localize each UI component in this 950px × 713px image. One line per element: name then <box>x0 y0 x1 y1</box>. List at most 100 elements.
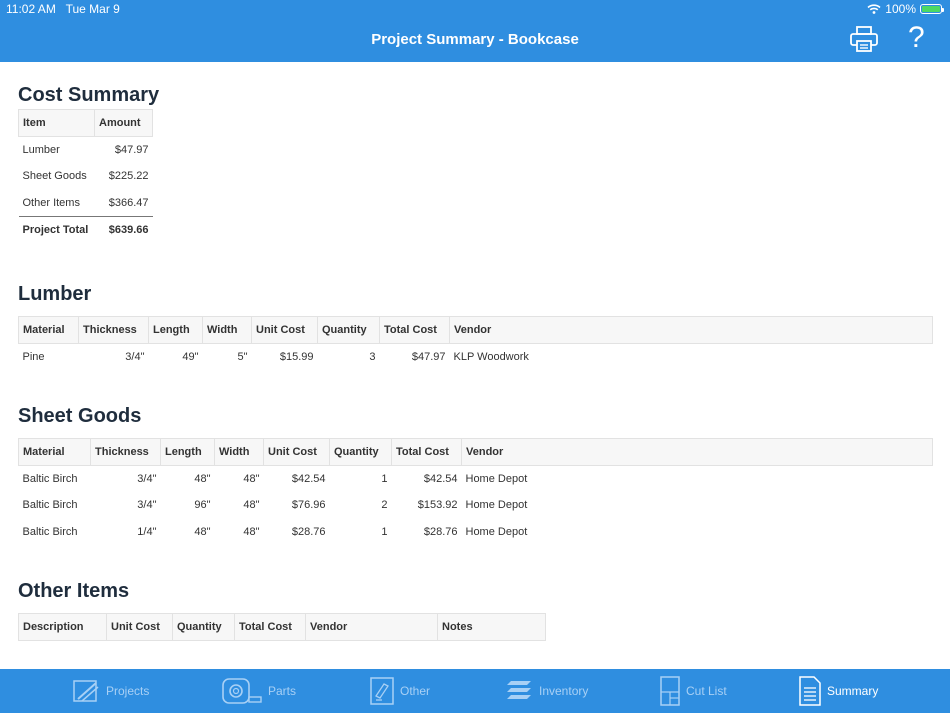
other-icon <box>370 677 394 705</box>
column-header: Total Cost <box>234 613 306 641</box>
project-total-row: Project Total $639.66 <box>18 215 153 243</box>
tab-parts[interactable]: Parts <box>222 669 296 713</box>
cost-summary-table: Item Amount Lumber $47.97 Sheet Goods $2… <box>18 109 153 243</box>
status-indicators: 100% <box>867 2 944 16</box>
printer-icon <box>850 26 878 52</box>
tab-label: Cut List <box>686 684 727 698</box>
table-row: Sheet Goods $225.22 <box>19 163 153 190</box>
summary-content[interactable]: Cost Summary Item Amount Lumber $47.97 S… <box>0 62 950 654</box>
cell: $153.92 <box>417 499 458 512</box>
cell: 48" <box>243 525 260 538</box>
table-row: Baltic Birch 1/4" 48" 48" $28.76 1 $28.7… <box>19 519 933 546</box>
cell: Other Items <box>22 196 80 209</box>
table-row: Baltic Birch 3/4" 48" 48" $42.54 1 $42.5… <box>19 466 933 493</box>
column-header: Vendor <box>305 613 438 641</box>
table-header-row: Description Unit Cost Quantity Total Cos… <box>18 613 546 641</box>
column-header: Material <box>18 316 79 344</box>
cell: Baltic Birch <box>22 473 78 485</box>
cell: 48" <box>243 499 260 512</box>
cell: $42.54 <box>423 473 458 485</box>
cell: Pine <box>22 351 45 363</box>
cell: $28.76 <box>423 525 458 538</box>
cell: 48" <box>243 473 260 485</box>
tab-label: Inventory <box>539 684 589 698</box>
cell: 48" <box>194 473 211 485</box>
status-clock: 11:02 AM <box>6 2 56 16</box>
column-header: Width <box>214 438 264 466</box>
cell: 3/4" <box>137 473 157 485</box>
cell: $639.66 <box>94 215 153 243</box>
column-header: Quantity <box>329 438 392 466</box>
page-title: Project Summary - Bookcase <box>371 31 579 48</box>
column-header: Total Cost <box>391 438 462 466</box>
tab-projects[interactable]: Projects <box>72 669 149 713</box>
cell: KLP Woodwork <box>453 351 529 363</box>
cut-list-icon <box>660 676 680 706</box>
cell: 5" <box>237 351 248 363</box>
column-header: Unit Cost <box>263 438 330 466</box>
tape-measure-icon <box>222 678 262 704</box>
print-button[interactable] <box>849 26 879 52</box>
lumber-table: Material Thickness Length Width Unit Cos… <box>18 316 933 370</box>
cell: Lumber <box>22 144 60 156</box>
sheet-goods-title: Sheet Goods <box>18 405 142 427</box>
projects-icon <box>73 680 99 702</box>
cell: $76.96 <box>291 499 326 512</box>
cell: Home Depot <box>465 473 528 485</box>
other-items-title: Other Items <box>18 580 130 602</box>
tab-label: Parts <box>268 684 297 698</box>
column-header: Thickness <box>78 316 149 344</box>
cell: 96" <box>194 499 211 512</box>
cell: 48" <box>194 525 211 538</box>
nav-header: 11:02 AM Tue Mar 9 100% Project Summary … <box>0 0 950 62</box>
lumber-title: Lumber <box>18 283 92 305</box>
table-row: Lumber $47.97 <box>19 137 153 164</box>
column-header: Total Cost <box>379 316 450 344</box>
summary-icon <box>799 676 821 706</box>
cell: Baltic Birch <box>22 499 78 512</box>
tab-label: Summary <box>827 684 879 698</box>
help-button[interactable]: ? <box>908 22 925 54</box>
column-header: Item <box>18 109 95 137</box>
other-items-table: Description Unit Cost Quantity Total Cos… <box>18 613 546 641</box>
column-header: Description <box>18 613 107 641</box>
cell: $47.97 <box>411 351 446 363</box>
cell: 2 <box>381 499 388 512</box>
column-header: Vendor <box>449 316 933 344</box>
tab-bar: Projects Parts Other Inventory Cut List … <box>0 669 950 713</box>
cell: 3/4" <box>137 499 157 512</box>
status-time: 11:02 AM Tue Mar 9 <box>6 2 120 16</box>
cell: 1/4" <box>137 525 157 538</box>
layers-icon <box>507 681 531 699</box>
cell: 3/4" <box>125 351 145 363</box>
column-header: Thickness <box>90 438 161 466</box>
column-header: Unit Cost <box>106 613 173 641</box>
cell: 1 <box>381 473 388 485</box>
cell: Sheet Goods <box>22 170 87 183</box>
table-row: Other Items $366.47 <box>19 190 153 217</box>
cell: 3 <box>369 351 376 363</box>
tab-cut-list[interactable]: Cut List <box>660 669 727 713</box>
sheet-goods-table: Material Thickness Length Width Unit Cos… <box>18 438 933 545</box>
tab-summary[interactable]: Summary <box>799 669 878 713</box>
tab-other[interactable]: Other <box>370 669 430 713</box>
column-header: Length <box>148 316 203 344</box>
cell: Home Depot <box>465 525 528 538</box>
column-header: Width <box>202 316 252 344</box>
column-header: Quantity <box>172 613 235 641</box>
battery-percent: 100% <box>885 2 916 16</box>
column-header: Material <box>18 438 91 466</box>
column-header: Vendor <box>461 438 933 466</box>
cell: $225.22 <box>108 170 149 183</box>
column-header: Notes <box>437 613 546 641</box>
cell: $366.47 <box>108 196 149 209</box>
cost-summary-title: Cost Summary <box>18 84 160 106</box>
tab-inventory[interactable]: Inventory <box>505 669 588 713</box>
table-row: Pine 3/4" 49" 5" $15.99 3 $47.97 KLP Woo… <box>19 344 933 371</box>
battery-icon <box>920 4 944 14</box>
tab-label: Other <box>400 684 431 698</box>
cell: $42.54 <box>291 473 326 485</box>
cell: $28.76 <box>291 525 326 538</box>
cell: 49" <box>182 351 199 363</box>
status-date: Tue Mar 9 <box>65 2 120 16</box>
